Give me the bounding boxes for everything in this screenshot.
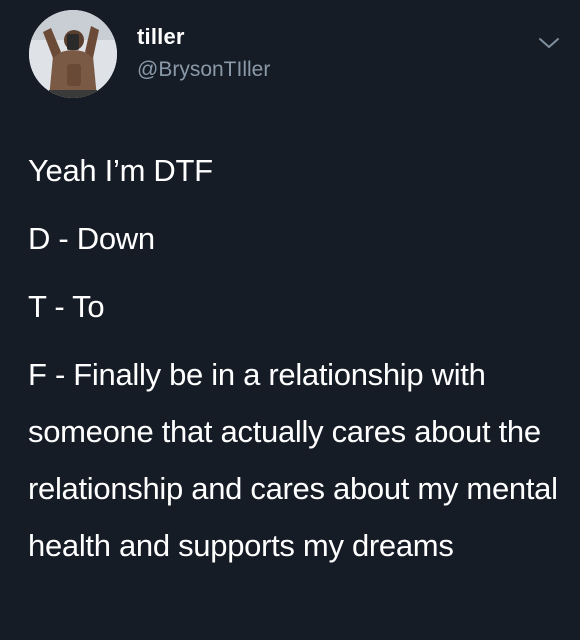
display-name[interactable]: tiller xyxy=(137,24,185,50)
tweet-text: Yeah I’m DTF D - Down T - To F - Finally… xyxy=(28,142,568,574)
tweet-card: tiller @BrysonTIller Yeah I’m DTF D - Do… xyxy=(0,0,580,640)
chevron-down-icon[interactable] xyxy=(536,30,562,56)
avatar[interactable] xyxy=(29,10,117,98)
user-handle[interactable]: @BrysonTIller xyxy=(137,58,270,82)
profile-photo-icon xyxy=(29,10,117,98)
tweet-line-to: T - To xyxy=(28,289,105,324)
tweet-line-dtf: Yeah I’m DTF xyxy=(28,153,213,188)
tweet-line-down: D - Down xyxy=(28,221,155,256)
tweet-line-finally: F - Finally be in a relationship with so… xyxy=(28,357,558,563)
